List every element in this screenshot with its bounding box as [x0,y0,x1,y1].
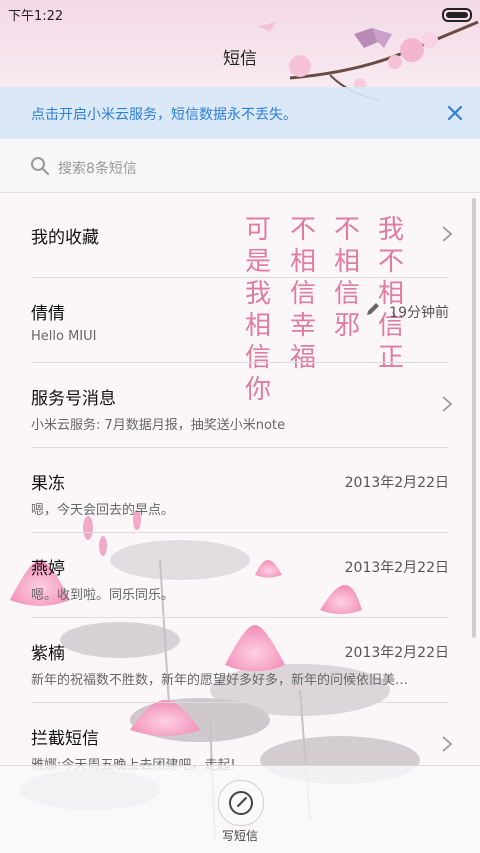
conversation-time: 2013年2月22日 [344,645,449,661]
search-icon [31,157,49,175]
conversation-name: 燕婷 [31,559,65,579]
compose-icon [229,791,253,815]
search-input[interactable]: 搜索8条短信 [58,158,137,178]
cloud-service-banner[interactable]: 点击开启小米云服务，短信数据永不丢失。 [0,87,480,139]
chevron-right-icon [442,226,453,242]
conversation-snippet: Hello MIUI [31,329,97,344]
conversation-name: 服务号消息 [31,389,116,409]
search-bar[interactable]: 搜索8条短信 [0,140,480,193]
chevron-right-icon [442,736,453,752]
draft-pencil-icon [367,303,379,315]
chevron-right-icon [442,396,453,412]
battery-icon [442,8,472,22]
list-item[interactable]: 倩倩 Hello MIUI 19分钟前 [31,278,449,363]
conversation-name: 紫楠 [31,644,65,664]
list-item-service-messages[interactable]: 服务号消息 小米云服务: 7月数据月报，抽奖送小米note [31,363,453,448]
compose-button[interactable] [218,780,264,826]
list-item[interactable]: 燕婷 嗯。收到啦。同乐同乐。 2013年2月22日 [31,533,449,618]
conversation-snippet: 新年的祝福数不胜数，新年的愿望好多好多，新年的问候依旧美… [31,673,409,688]
conversation-name: 果冻 [31,474,65,494]
conversation-snippet: 嗯。收到啦。同乐同乐。 [31,588,175,603]
status-time: 下午1:22 [8,9,64,24]
list-item[interactable]: 紫楠 新年的祝福数不胜数，新年的愿望好多好多，新年的问候依旧美… 2013年2月… [31,618,449,703]
compose-label[interactable]: 写短信 [0,827,480,844]
conversation-name: 拦截短信 [31,729,99,749]
list-item-favorites[interactable]: 我的收藏 [31,193,453,278]
page-title: 短信 [223,49,257,69]
conversation-snippet: 小米云服务: 7月数据月报，抽奖送小米note [31,418,286,433]
banner-text[interactable]: 点击开启小米云服务，短信数据永不丢失。 [31,104,297,124]
conversation-time: 2013年2月22日 [344,560,449,576]
status-bar: 下午1:22 [0,0,480,26]
conversation-name: 我的收藏 [31,228,99,248]
conversation-snippet: 嗯，今天会回去的早点。 [31,503,175,518]
close-icon[interactable] [442,100,468,126]
conversation-time: 19分钟前 [389,305,449,321]
list-item[interactable]: 果冻 嗯，今天会回去的早点。 2013年2月22日 [31,448,449,533]
conversation-list: 我的收藏 倩倩 Hello MIUI 19分钟前 服务号消息 小米云服务: 7月… [0,193,480,787]
bottom-bar: 写短信 [0,765,480,853]
conversation-time: 2013年2月22日 [344,475,449,491]
conversation-name: 倩倩 [31,304,65,324]
scrollbar[interactable] [472,198,476,638]
